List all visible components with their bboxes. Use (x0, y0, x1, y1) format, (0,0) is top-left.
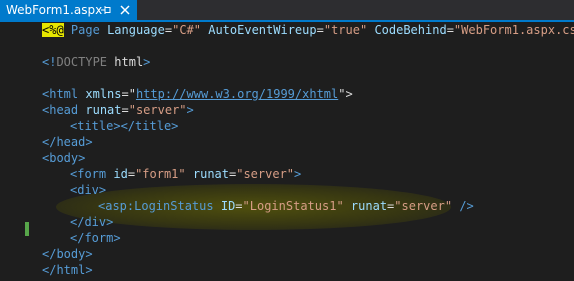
code-line-doctype: <!DOCTYPE html> (42, 54, 574, 70)
code-line-html-close: </html> (42, 262, 574, 278)
xmlns-attr: xmlns (85, 87, 122, 101)
id-attr: id (113, 167, 128, 181)
runat-attr: runat (85, 103, 122, 117)
tag-bracket: > (171, 119, 179, 133)
pin-icon[interactable] (100, 0, 112, 20)
doctype-open: <! (42, 55, 57, 69)
xmlns-url-link[interactable]: http://www.w3.org/1999/xhtml (136, 87, 338, 101)
tag-bracket: > (85, 247, 93, 261)
tab-title: WebForm1.aspx (6, 3, 103, 17)
doctype-close: > (143, 55, 151, 69)
code-line-body-open: <body> (42, 150, 574, 166)
title-tag: title (135, 119, 172, 133)
code-line-head-open: <head runat="server"> (42, 103, 194, 117)
editor-margin (0, 22, 36, 281)
tag-bracket: > (186, 103, 194, 117)
tag-bracket: </ (42, 263, 57, 277)
code-line-page-directive: <%@ Page Language="C#" AutoEventWireup="… (42, 22, 574, 38)
code-area[interactable]: <%@ Page Language="C#" AutoEventWireup="… (42, 22, 574, 278)
tag-bracket: "> (338, 87, 353, 101)
div-tag: div (77, 183, 99, 197)
attr-equals: =" (121, 87, 136, 101)
code-line-title: <title></title> (42, 118, 574, 134)
id-value: "form1" (135, 167, 186, 181)
id-attr: ID (220, 199, 236, 213)
code-editor-window: WebForm1.aspx <%@ Page Language="C#" Aut… (0, 0, 574, 281)
codebehind-value: "WebForm1.aspx.cs" (453, 23, 574, 37)
doctype-keyword: DOCTYPE (56, 55, 108, 69)
codebehind-attr: CodeBehind (374, 23, 447, 37)
id-value: "LoginStatus1" (242, 199, 344, 213)
code-line-div-close: </div> (42, 214, 574, 230)
runat-value: "server" (394, 199, 453, 213)
tag-bracket: </ (42, 135, 57, 149)
title-tag: title (77, 119, 114, 133)
html-tag: html (56, 263, 86, 277)
tag-bracket: > (106, 215, 114, 229)
head-tag: head (56, 135, 86, 149)
form-tag: form (77, 167, 107, 181)
code-line-html-open: <html xmlns="http://www.w3.org/1999/xhtm… (42, 86, 574, 102)
tag-bracket: </ (42, 247, 57, 261)
autoeventwireup-value: "true" (323, 23, 368, 37)
body-tag: body (49, 151, 79, 165)
directive-open: <%@ (42, 23, 64, 37)
code-line-body-close: </body> (42, 246, 574, 262)
form-tag: form (84, 231, 114, 245)
runat-value: "server" (128, 103, 187, 117)
runat-value: "server" (236, 167, 295, 181)
tag-bracket: </ (70, 231, 85, 245)
tag-bracket: /> (459, 199, 474, 213)
runat-attr: runat (192, 167, 229, 181)
close-icon[interactable] (118, 0, 132, 20)
tag-bracket: > (98, 183, 107, 197)
head-tag: head (49, 103, 79, 117)
html-tag: html (49, 87, 79, 101)
autoeventwireup-attr: AutoEventWireup (208, 23, 317, 37)
language-value: "C#" (172, 23, 201, 37)
code-line-form-close: </form> (42, 230, 574, 246)
code-line-form-open: <form id="form1" runat="server"> (70, 167, 302, 181)
login-status-tag: asp:LoginStatus (105, 199, 214, 213)
tag-bracket: ></ (113, 119, 136, 133)
language-attr: Language (107, 23, 165, 37)
tag-bracket: > (294, 167, 302, 181)
tag-bracket: > (85, 135, 93, 149)
code-line-div-open: <div> (42, 182, 574, 198)
page-keyword: Page (70, 23, 100, 37)
tag-bracket: </ (70, 215, 85, 229)
tab-webform1[interactable]: WebForm1.aspx (0, 0, 137, 20)
code-line-head-close: </head> (42, 134, 574, 150)
tag-bracket: > (78, 151, 86, 165)
runat-attr: runat (350, 199, 388, 213)
document-tab-strip: WebForm1.aspx (0, 0, 574, 22)
tag-bracket: > (85, 263, 93, 277)
body-tag: body (56, 247, 86, 261)
tag-bracket: > (113, 231, 121, 245)
code-line-login-status: <asp:LoginStatus ID="LoginStatus1" runat… (98, 199, 474, 213)
doctype-text: html (114, 55, 144, 69)
div-tag: div (84, 215, 107, 229)
change-marker (25, 222, 29, 236)
